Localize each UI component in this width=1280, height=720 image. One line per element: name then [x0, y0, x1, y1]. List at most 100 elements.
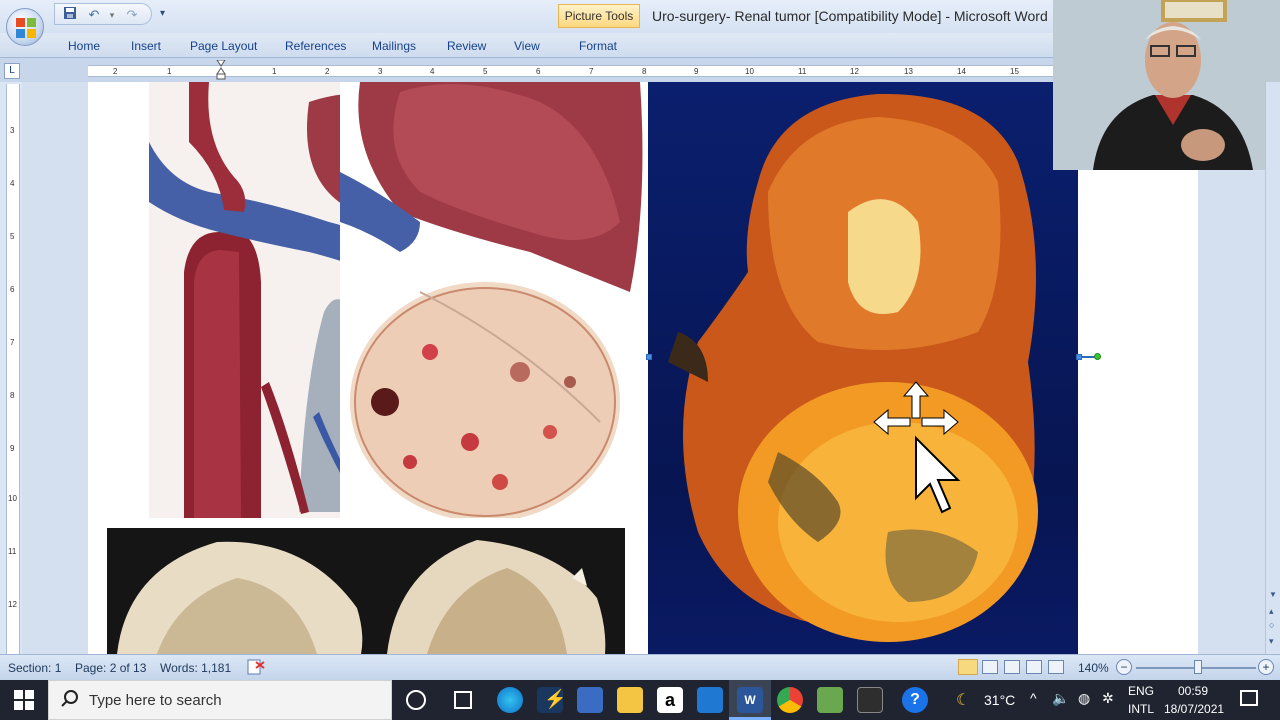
- section-indicator[interactable]: Section: 1: [8, 661, 61, 675]
- ruler-number: 10: [8, 494, 17, 503]
- ruler-number: 9: [694, 67, 699, 76]
- indent-marker-icon[interactable]: [216, 60, 226, 82]
- ruler-number: 2: [325, 67, 330, 76]
- language-top[interactable]: ENG: [1128, 684, 1154, 698]
- rotation-handle[interactable]: [1094, 353, 1101, 360]
- tab-home[interactable]: Home: [68, 39, 100, 53]
- vertical-scrollbar[interactable]: ▼ ▴ ○ ▾: [1265, 82, 1280, 654]
- amazon-icon[interactable]: a: [657, 687, 683, 713]
- ruler-number: 11: [8, 547, 17, 556]
- redo-icon[interactable]: ↷: [123, 6, 141, 24]
- zoom-out-icon[interactable]: −: [1116, 659, 1132, 675]
- tab-format[interactable]: Format: [579, 39, 617, 53]
- ruler-number: 8: [642, 67, 647, 76]
- network-globe-icon[interactable]: ◍: [1078, 690, 1090, 707]
- file-explorer-icon[interactable]: [617, 687, 643, 713]
- app-tray-icon[interactable]: ✲: [1102, 690, 1114, 707]
- vertical-ruler[interactable]: 3 4 5 6 7 8 9 10 11 12: [6, 84, 20, 654]
- language-bottom[interactable]: INTL: [1128, 702, 1154, 716]
- clock-date[interactable]: 18/07/2021: [1164, 702, 1224, 716]
- document-title: Uro-surgery- Renal tumor [Compatibility …: [652, 8, 1048, 24]
- next-page-icon[interactable]: ▾: [1269, 636, 1274, 647]
- ruler-number: 6: [10, 285, 15, 294]
- tab-selector[interactable]: L: [4, 63, 20, 79]
- tab-references[interactable]: References: [285, 39, 346, 53]
- ruler-number: 8: [10, 391, 15, 400]
- ruler-number: 1: [167, 67, 172, 76]
- scroll-down-arrow-icon[interactable]: ▼: [1269, 590, 1277, 599]
- cortana-icon[interactable]: [406, 690, 426, 710]
- zoom-slider-thumb[interactable]: [1194, 660, 1202, 674]
- move-cursor-icon: [873, 381, 961, 514]
- ruler-number: 11: [798, 67, 807, 76]
- zoom-level[interactable]: 140%: [1078, 661, 1109, 675]
- ruler-number: 7: [10, 338, 15, 347]
- ruler-number: 1: [272, 67, 277, 76]
- proofing-icon[interactable]: [246, 658, 266, 679]
- ruler-number: 12: [8, 600, 17, 609]
- outline-view-icon[interactable]: [1026, 660, 1042, 674]
- save-icon[interactable]: [61, 6, 79, 24]
- undo-icon[interactable]: ↶: [85, 6, 103, 24]
- page-indicator[interactable]: Page: 2 of 13: [75, 661, 146, 675]
- browse-object-icon[interactable]: ○: [1269, 620, 1274, 630]
- ruler-number: 3: [10, 126, 15, 135]
- zoom-in-icon[interactable]: +: [1258, 659, 1274, 675]
- ruler-number: 4: [430, 67, 435, 76]
- ruler-number: 5: [483, 67, 488, 76]
- edge-browser-icon[interactable]: [497, 687, 523, 713]
- app-icon-lightning[interactable]: ⚡: [537, 687, 566, 713]
- microsoft-store-icon[interactable]: [577, 687, 603, 713]
- weather-temperature[interactable]: 31°C: [984, 692, 1015, 708]
- gross-specimen-photo[interactable]: [648, 82, 1078, 654]
- picture-tools-context-tab: Picture Tools: [558, 4, 640, 28]
- print-layout-view-icon[interactable]: [958, 659, 978, 675]
- undo-dropdown-icon[interactable]: ▾: [103, 6, 121, 24]
- tab-mailings[interactable]: Mailings: [372, 39, 416, 53]
- draft-view-icon[interactable]: [1048, 660, 1064, 674]
- word-count[interactable]: Words: 1,181: [160, 661, 231, 675]
- tab-page-layout[interactable]: Page Layout: [190, 39, 257, 53]
- ruler-number: 13: [904, 67, 913, 76]
- tab-review[interactable]: Review: [447, 39, 486, 53]
- show-hidden-icons-icon[interactable]: ^: [1030, 690, 1037, 706]
- task-view-icon[interactable]: [454, 691, 472, 709]
- volume-icon[interactable]: 🔈: [1052, 690, 1069, 707]
- status-bar: Section: 1 Page: 2 of 13 Words: 1,181 14…: [0, 654, 1280, 680]
- full-screen-reading-icon[interactable]: [982, 660, 998, 674]
- ruler-number: 4: [10, 179, 15, 188]
- word-icon[interactable]: W: [737, 687, 763, 713]
- previous-page-icon[interactable]: ▴: [1269, 606, 1274, 617]
- tab-insert[interactable]: Insert: [131, 39, 161, 53]
- chrome-icon[interactable]: [777, 687, 803, 713]
- renal-tumor-illustration[interactable]: [340, 82, 648, 518]
- ruler-number: 14: [957, 67, 966, 76]
- tumor-cross-section-photo[interactable]: [107, 528, 625, 654]
- app-icon-green[interactable]: [817, 687, 843, 713]
- tab-view[interactable]: View: [514, 39, 540, 53]
- ruler-number: 12: [850, 67, 859, 76]
- ruler-number: 5: [10, 232, 15, 241]
- weather-moon-icon[interactable]: ☾: [956, 690, 970, 710]
- customize-qat-icon[interactable]: ▾: [160, 8, 165, 19]
- app-icon-camera[interactable]: [857, 687, 883, 713]
- office-logo-icon: [16, 18, 36, 38]
- clock-time[interactable]: 00:59: [1178, 684, 1208, 698]
- taskbar-search-box[interactable]: Type here to search: [48, 680, 392, 720]
- web-layout-icon[interactable]: [1004, 660, 1020, 674]
- ruler-number: 2: [113, 67, 118, 76]
- quick-access-toolbar: ↶ ▾ ↷: [54, 3, 152, 25]
- office-button[interactable]: [6, 8, 44, 46]
- notification-center-icon[interactable]: [1240, 690, 1258, 706]
- search-icon: [61, 690, 79, 711]
- mail-icon[interactable]: [697, 687, 723, 713]
- selection-handle-left[interactable]: [646, 354, 652, 360]
- ruler-number: 10: [745, 67, 754, 76]
- ruler-number: 15: [1010, 67, 1019, 76]
- ruler-number: 6: [536, 67, 541, 76]
- search-placeholder: Type here to search: [89, 692, 222, 709]
- windows-start-icon[interactable]: [14, 690, 34, 713]
- ruler-number: 7: [589, 67, 594, 76]
- help-icon[interactable]: ?: [902, 687, 928, 713]
- horizontal-ruler[interactable]: 2 1 1 2 3 4 5 6 7 8 9 10 11 12 13 14 15: [88, 60, 1053, 80]
